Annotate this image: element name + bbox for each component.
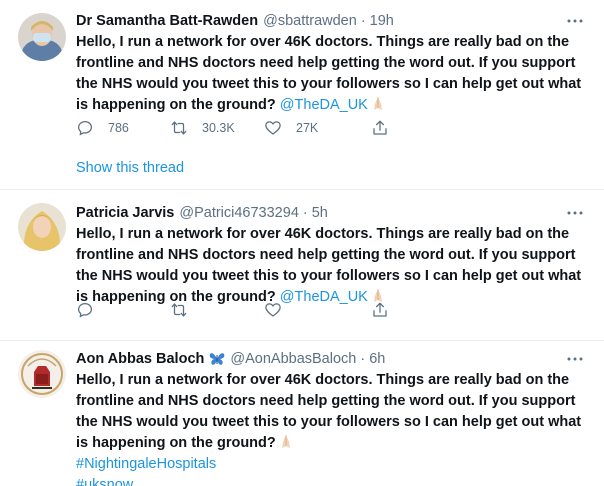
tweet-header: Patricia Jarvis @Patrici46733294 · 5h — [76, 203, 586, 223]
heart-icon — [265, 303, 281, 317]
more-options-icon[interactable] — [564, 351, 586, 367]
tweet-time[interactable]: 5h — [312, 205, 328, 221]
retweet-button[interactable]: 30.3K — [170, 119, 264, 137]
retweet-icon — [171, 121, 187, 135]
like-button[interactable] — [264, 301, 358, 319]
more-options-icon[interactable] — [564, 13, 586, 29]
separator-dot: · — [360, 13, 366, 29]
tweet-text: Hello, I run a network for over 46K doct… — [76, 32, 584, 116]
retweet-icon — [171, 303, 187, 317]
folded-hands-emoji-icon — [370, 95, 386, 111]
retweet-button[interactable] — [170, 301, 264, 319]
tweet-header: Dr Samantha Batt-Rawden @sbattrawden · 1… — [76, 11, 586, 31]
tweet-time[interactable]: 19h — [370, 13, 394, 29]
author-name[interactable]: Dr Samantha Batt-Rawden — [76, 13, 258, 29]
butterfly-icon — [209, 352, 225, 366]
author-name[interactable]: Aon Abbas Baloch — [76, 351, 204, 367]
share-icon — [373, 120, 387, 135]
reply-count: 786 — [108, 121, 129, 135]
like-button[interactable]: 27K — [264, 119, 358, 137]
more-options-icon[interactable] — [564, 205, 586, 221]
avatar[interactable] — [18, 350, 66, 398]
separator-dot: · — [302, 205, 308, 221]
author-handle[interactable]: @AonAbbasBaloch — [230, 351, 356, 367]
share-icon — [373, 302, 387, 317]
author-handle[interactable]: @Patrici46733294 — [179, 205, 299, 221]
tweet-time[interactable]: 6h — [369, 351, 385, 367]
tweet[interactable]: Patricia Jarvis @Patrici46733294 · 5h He… — [0, 190, 604, 340]
tweet-text-body: Hello, I run a network for over 46K doct… — [76, 372, 582, 451]
retweet-count: 30.3K — [202, 121, 235, 135]
reply-icon — [77, 302, 93, 318]
separator-dot: · — [360, 351, 366, 367]
mention-link[interactable]: @TheDA_UK — [280, 97, 368, 113]
tweet[interactable]: Dr Samantha Batt-Rawden @sbattrawden · 1… — [0, 0, 604, 189]
tweet[interactable]: Aon Abbas Baloch @AonAbbasBaloch · 6h He… — [0, 341, 604, 486]
tweet-text: Hello, I run a network for over 46K doct… — [76, 224, 584, 308]
reply-button[interactable] — [76, 301, 170, 319]
share-button[interactable] — [371, 301, 389, 319]
tweet-feed: Dr Samantha Batt-Rawden @sbattrawden · 1… — [0, 0, 604, 486]
author-handle[interactable]: @sbattrawden — [263, 13, 357, 29]
reply-icon — [77, 120, 93, 136]
tweet-header: Aon Abbas Baloch @AonAbbasBaloch · 6h — [76, 349, 586, 369]
avatar[interactable] — [18, 203, 66, 251]
reply-button[interactable]: 786 — [76, 119, 170, 137]
tweet-text: Hello, I run a network for over 46K doct… — [76, 370, 584, 486]
avatar[interactable] — [18, 13, 66, 61]
show-thread-link[interactable]: Show this thread — [76, 160, 184, 176]
author-name[interactable]: Patricia Jarvis — [76, 205, 174, 221]
tweet-actions — [76, 301, 516, 319]
heart-icon — [265, 121, 281, 135]
hashtag-link[interactable]: #uksnow — [76, 475, 584, 486]
hashtag-link[interactable]: #NightingaleHospitals — [76, 454, 584, 475]
folded-hands-emoji-icon — [278, 433, 294, 449]
like-count: 27K — [296, 121, 319, 135]
tweet-actions: 786 30.3K 27K — [76, 119, 516, 137]
share-button[interactable] — [371, 119, 389, 137]
